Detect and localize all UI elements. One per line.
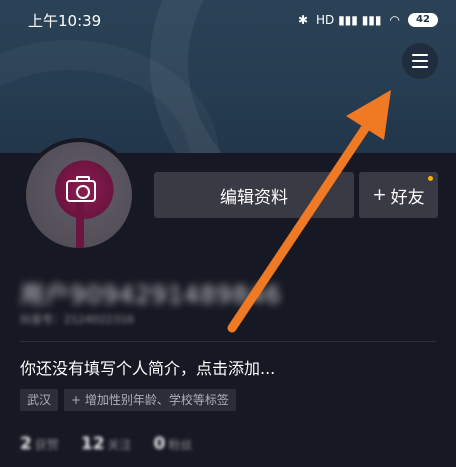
location-tag[interactable]: 武汉 xyxy=(20,389,59,411)
menu-line xyxy=(412,60,428,62)
user-id: 抖音号：2124022316 xyxy=(20,313,134,326)
username: 用户9094291489846 xyxy=(20,281,282,309)
bluetooth-icon: ✱ xyxy=(297,13,308,27)
hamburger-menu-icon xyxy=(412,54,428,56)
stat-label: 粉丝 xyxy=(168,438,193,452)
plus-icon: + xyxy=(372,185,387,205)
hamburger-menu-button[interactable] xyxy=(402,43,438,79)
divider xyxy=(20,341,436,342)
camera-icon xyxy=(66,176,96,202)
avatar-decoration xyxy=(76,202,84,248)
stat-followers[interactable]: 0 粉丝 xyxy=(154,434,193,454)
menu-line xyxy=(412,66,428,68)
add-friend-button[interactable]: + 好友 xyxy=(359,172,438,218)
notification-dot xyxy=(428,176,433,181)
bio-text[interactable]: 你还没有填写个人简介，点击添加... xyxy=(20,355,275,379)
status-icons: ✱ HD ▮▮▮ ▮▮▮ ◠ 42 xyxy=(298,13,438,27)
avatar[interactable] xyxy=(22,138,136,252)
add-tag-button[interactable]: + 增加性别年龄、学校等标签 xyxy=(64,389,236,411)
tags-row: 武汉 + 增加性别年龄、学校等标签 xyxy=(20,389,236,411)
add-friend-label: 好友 xyxy=(390,187,425,208)
stat-label: 关注 xyxy=(107,438,132,452)
wifi-icon: ◠ xyxy=(389,13,400,27)
stat-number: 2 xyxy=(20,434,32,454)
edit-profile-button[interactable]: 编辑资料 xyxy=(154,172,354,218)
edit-profile-label: 编辑资料 xyxy=(220,187,288,208)
stats-row: 2 获赞 12 关注 0 粉丝 xyxy=(20,434,192,454)
status-bar: 上午10:39 ✱ HD ▮▮▮ ▮▮▮ ◠ 42 xyxy=(0,0,456,40)
stat-likes[interactable]: 2 获赞 xyxy=(20,434,59,454)
stat-number: 12 xyxy=(80,434,105,454)
stat-number: 0 xyxy=(153,434,166,454)
battery-icon: 42 xyxy=(408,13,438,27)
stat-following[interactable]: 12 关注 xyxy=(81,434,132,454)
avatar-image xyxy=(26,142,132,248)
signal-icon: HD ▮▮▮ ▮▮▮ xyxy=(316,13,382,27)
status-time: 上午10:39 xyxy=(28,11,102,30)
stat-label: 获赞 xyxy=(34,438,59,452)
